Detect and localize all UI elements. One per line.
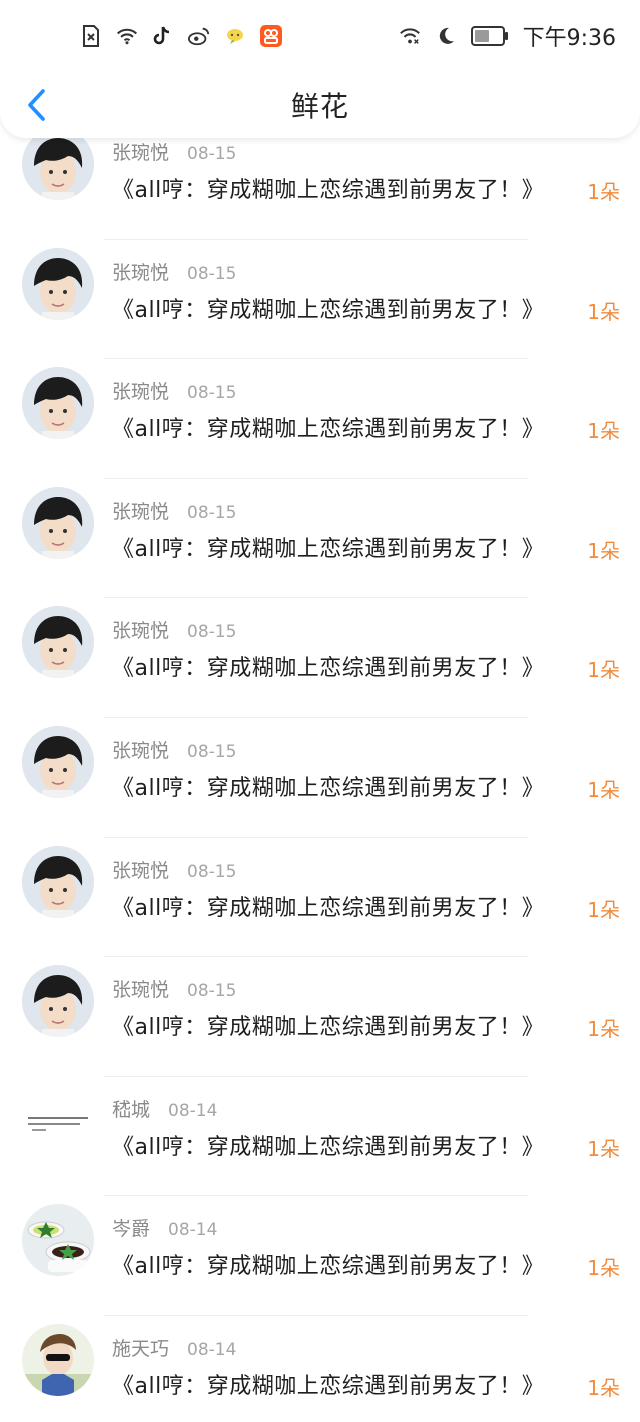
wifi-signal-icon <box>399 25 421 47</box>
list-item[interactable]: 张琬悦 08-15 《all哼：穿成糊咖上恋综遇到前男友了！》 1朵 <box>0 838 640 958</box>
flower-count: 1朵 <box>587 419 620 444</box>
tiktok-icon <box>152 25 174 47</box>
user-name[interactable]: 张琬悦 <box>112 497 169 524</box>
sim-off-icon <box>80 25 102 47</box>
list-item[interactable]: 张琬悦 08-15 《all哼：穿成糊咖上恋综遇到前男友了！》 1朵 <box>0 359 640 479</box>
item-date: 08-15 <box>187 861 237 882</box>
item-date: 08-14 <box>168 1100 218 1121</box>
chevron-left-icon <box>28 89 45 121</box>
item-meta: 张琬悦 08-15 <box>112 377 236 404</box>
user-name[interactable]: 张琬悦 <box>112 138 169 165</box>
item-date: 08-14 <box>187 1339 237 1360</box>
item-date: 08-15 <box>187 981 237 1002</box>
avatar[interactable] <box>22 845 94 918</box>
back-button[interactable] <box>18 86 54 124</box>
item-date: 08-15 <box>187 502 237 523</box>
app-icon <box>260 25 282 47</box>
avatar[interactable] <box>22 606 94 679</box>
user-name[interactable]: 张琬悦 <box>112 377 169 404</box>
wifi-icon <box>116 25 138 47</box>
list-item[interactable]: 张琬悦 08-15 《all哼：穿成糊咖上恋综遇到前男友了！》 1朵 <box>0 479 640 599</box>
book-title[interactable]: 《all哼：穿成糊咖上恋综遇到前男友了！》 <box>112 1009 544 1041</box>
item-meta: 岑爵 08-14 <box>112 1214 217 1241</box>
user-name[interactable]: 岑爵 <box>112 1214 150 1241</box>
book-title[interactable]: 《all哼：穿成糊咖上恋综遇到前男友了！》 <box>112 650 544 682</box>
flower-count: 1朵 <box>587 897 620 922</box>
list-item[interactable]: 张琬悦 08-15 《all哼：穿成糊咖上恋综遇到前男友了！》 1朵 <box>0 957 640 1077</box>
item-date: 08-15 <box>187 741 237 762</box>
book-title[interactable]: 《all哼：穿成糊咖上恋综遇到前男友了！》 <box>112 1129 544 1161</box>
user-name[interactable]: 张琬悦 <box>112 975 169 1002</box>
battery-icon <box>470 25 509 47</box>
avatar[interactable] <box>22 965 94 1038</box>
avatar[interactable] <box>22 1084 94 1157</box>
weibo-icon <box>188 25 210 47</box>
list-item[interactable]: 张琬悦 08-15 《all哼：穿成糊咖上恋综遇到前男友了！》 1朵 <box>0 598 640 718</box>
book-title[interactable]: 《all哼：穿成糊咖上恋综遇到前男友了！》 <box>112 292 544 324</box>
book-title[interactable]: 《all哼：穿成糊咖上恋综遇到前男友了！》 <box>112 1368 544 1400</box>
user-name[interactable]: 张琬悦 <box>112 856 169 883</box>
item-meta: 张琬悦 08-15 <box>112 975 236 1002</box>
book-title[interactable]: 《all哼：穿成糊咖上恋综遇到前男友了！》 <box>112 172 544 204</box>
flower-count: 1朵 <box>587 538 620 563</box>
nav-bar: 鲜花 <box>0 72 640 138</box>
list-item[interactable]: 岑爵 08-14 《all哼：穿成糊咖上恋综遇到前男友了！》 1朵 <box>0 1196 640 1316</box>
user-name[interactable]: 张琬悦 <box>112 258 169 285</box>
book-title[interactable]: 《all哼：穿成糊咖上恋综遇到前男友了！》 <box>112 411 544 443</box>
item-meta: 施天巧 08-14 <box>112 1334 236 1361</box>
book-title[interactable]: 《all哼：穿成糊咖上恋综遇到前男友了！》 <box>112 770 544 802</box>
avatar[interactable] <box>22 725 94 798</box>
moon-icon <box>435 25 457 47</box>
item-meta: 张琬悦 08-15 <box>112 258 236 285</box>
flower-count: 1朵 <box>587 1375 620 1400</box>
item-meta: 嵇城 08-14 <box>112 1095 217 1122</box>
user-name[interactable]: 张琬悦 <box>112 616 169 643</box>
avatar[interactable] <box>22 1323 94 1396</box>
book-title[interactable]: 《all哼：穿成糊咖上恋综遇到前男友了！》 <box>112 531 544 563</box>
flower-list: 张琬悦 08-15 《all哼：穿成糊咖上恋综遇到前男友了！》 1朵 张琬悦 0… <box>0 120 640 1422</box>
list-item[interactable]: 张琬悦 08-15 《all哼：穿成糊咖上恋综遇到前男友了！》 1朵 <box>0 240 640 360</box>
item-date: 08-14 <box>168 1220 218 1241</box>
avatar[interactable] <box>22 128 94 200</box>
flower-count: 1朵 <box>587 1256 620 1281</box>
flower-count: 1朵 <box>587 1136 620 1161</box>
item-meta: 张琬悦 08-15 <box>112 616 236 643</box>
flower-count: 1朵 <box>587 658 620 683</box>
list-item[interactable]: 嵇城 08-14 《all哼：穿成糊咖上恋综遇到前男友了！》 1朵 <box>0 1077 640 1197</box>
item-meta: 张琬悦 08-15 <box>112 138 236 165</box>
user-name[interactable]: 张琬悦 <box>112 736 169 763</box>
flower-count: 1朵 <box>587 777 620 802</box>
book-title[interactable]: 《all哼：穿成糊咖上恋综遇到前男友了！》 <box>112 1248 544 1280</box>
flower-count: 1朵 <box>587 299 620 324</box>
flower-count: 1朵 <box>587 1017 620 1042</box>
page-title: 鲜花 <box>290 90 349 123</box>
chat-bubble-icon <box>224 25 246 47</box>
status-left-icons <box>80 25 282 47</box>
status-right-icons: 下午9:36 <box>399 20 616 52</box>
avatar[interactable] <box>22 486 94 559</box>
avatar[interactable] <box>22 1204 94 1277</box>
book-title[interactable]: 《all哼：穿成糊咖上恋综遇到前男友了！》 <box>112 890 544 922</box>
list-item[interactable]: 张琬悦 08-15 《all哼：穿成糊咖上恋综遇到前男友了！》 1朵 <box>0 718 640 838</box>
item-date: 08-15 <box>187 383 237 404</box>
item-date: 08-15 <box>187 622 237 643</box>
user-name[interactable]: 施天巧 <box>112 1334 169 1361</box>
item-meta: 张琬悦 08-15 <box>112 856 236 883</box>
avatar[interactable] <box>22 247 94 320</box>
clock: 下午9:36 <box>522 26 616 51</box>
item-meta: 张琬悦 08-15 <box>112 497 236 524</box>
status-bar: 下午9:36 <box>0 0 640 72</box>
item-date: 08-15 <box>187 144 237 164</box>
user-name[interactable]: 嵇城 <box>112 1095 150 1122</box>
flower-count: 1朵 <box>587 180 620 204</box>
item-meta: 张琬悦 08-15 <box>112 736 236 763</box>
item-date: 08-15 <box>187 263 237 284</box>
list-item[interactable]: 施天巧 08-14 《all哼：穿成糊咖上恋综遇到前男友了！》 1朵 <box>0 1316 640 1422</box>
avatar[interactable] <box>22 367 94 440</box>
